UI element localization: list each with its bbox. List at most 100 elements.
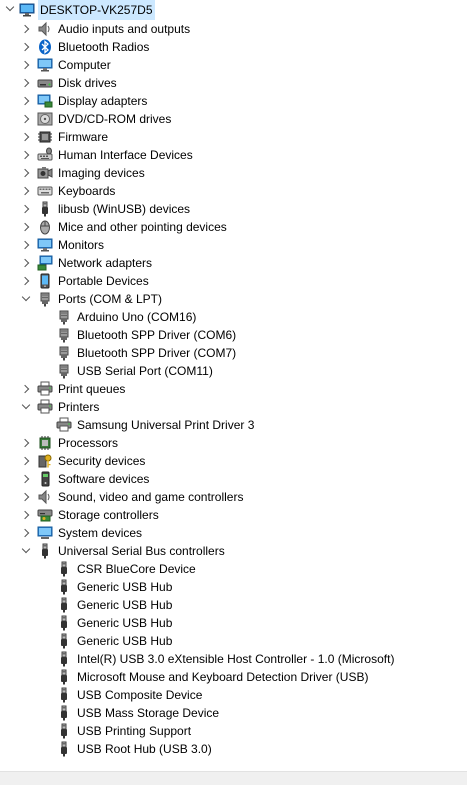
tree-category-mice[interactable]: Mice and other pointing devices (0, 218, 467, 236)
tree-root-computer[interactable]: DESKTOP-VK257D5 (0, 0, 467, 20)
tree-device-item[interactable]: USB Composite Device (0, 686, 467, 704)
chevron-right-icon[interactable] (20, 38, 32, 56)
tree-category-ports[interactable]: Ports (COM & LPT) (0, 290, 467, 308)
tree-category-security[interactable]: Security devices (0, 452, 467, 470)
tree-category-system[interactable]: System devices (0, 524, 467, 542)
chevron-right-icon[interactable] (20, 380, 32, 398)
dvd-icon (37, 111, 53, 127)
tree-device-label: CSR BlueCore Device (77, 562, 196, 576)
chevron-right-icon[interactable] (20, 470, 32, 488)
tree-category-label: Universal Serial Bus controllers (58, 544, 225, 558)
tree-category-label: Imaging devices (58, 166, 145, 180)
chevron-right-icon[interactable] (20, 236, 32, 254)
monitor-icon (37, 57, 53, 73)
chevron-down-icon[interactable] (20, 398, 32, 416)
chevron-right-icon[interactable] (20, 146, 32, 164)
tree-device-item[interactable]: Generic USB Hub (0, 578, 467, 596)
chevron-right-icon[interactable] (20, 92, 32, 110)
monitor-icon (37, 237, 53, 253)
tree-device-item[interactable]: Generic USB Hub (0, 632, 467, 650)
tree-category-printqueues[interactable]: Print queues (0, 380, 467, 398)
tree-category-sound[interactable]: Sound, video and game controllers (0, 488, 467, 506)
tree-category-network[interactable]: Network adapters (0, 254, 467, 272)
chevron-right-icon[interactable] (20, 452, 32, 470)
tree-category-label: Display adapters (58, 94, 148, 108)
tree-category-bluetooth[interactable]: Bluetooth Radios (0, 38, 467, 56)
tree-category-processors[interactable]: Processors (0, 434, 467, 452)
chevron-down-icon[interactable] (4, 0, 16, 18)
device-tree[interactable]: DESKTOP-VK257D5 Audio inputs and outputs B… (0, 0, 467, 758)
tree-category-label: Bluetooth Radios (58, 40, 150, 54)
tree-category-libusb[interactable]: libusb (WinUSB) devices (0, 200, 467, 218)
chevron-right-icon[interactable] (20, 272, 32, 290)
tree-category-keyboards[interactable]: Keyboards (0, 182, 467, 200)
tree-category-label: Ports (COM & LPT) (58, 292, 163, 306)
tree-device-item[interactable]: USB Root Hub (USB 3.0) (0, 740, 467, 758)
tree-category-label: Audio inputs and outputs (58, 22, 191, 36)
tree-category-printers[interactable]: Printers (0, 398, 467, 416)
processor-icon (37, 435, 53, 451)
port-icon (56, 327, 72, 343)
tree-device-item[interactable]: USB Mass Storage Device (0, 704, 467, 722)
chevron-right-icon[interactable] (20, 182, 32, 200)
chevron-right-icon[interactable] (20, 20, 32, 38)
tree-device-item[interactable]: Microsoft Mouse and Keyboard Detection D… (0, 668, 467, 686)
tree-device-item[interactable]: Generic USB Hub (0, 614, 467, 632)
portable-device-icon (37, 273, 53, 289)
tree-root-label: DESKTOP-VK257D5 (38, 0, 155, 20)
chevron-down-icon[interactable] (20, 542, 32, 560)
printer-icon (37, 399, 53, 415)
tree-category-firmware[interactable]: Firmware (0, 128, 467, 146)
tree-device-label: USB Root Hub (USB 3.0) (77, 742, 212, 756)
tree-category-display[interactable]: Display adapters (0, 92, 467, 110)
chevron-right-icon[interactable] (20, 488, 32, 506)
chevron-right-icon[interactable] (20, 218, 32, 236)
tree-device-item[interactable]: CSR BlueCore Device (0, 560, 467, 578)
tree-device-label: Generic USB Hub (77, 634, 173, 648)
tree-category-audio[interactable]: Audio inputs and outputs (0, 20, 467, 38)
chevron-right-icon[interactable] (20, 74, 32, 92)
chevron-right-icon[interactable] (20, 254, 32, 272)
usb-plug-icon (37, 201, 53, 217)
tree-category-software[interactable]: Software devices (0, 470, 467, 488)
chevron-right-icon[interactable] (20, 524, 32, 542)
tree-device-item[interactable]: Bluetooth SPP Driver (COM6) (0, 326, 467, 344)
chevron-right-icon[interactable] (20, 434, 32, 452)
tree-category-monitors[interactable]: Monitors (0, 236, 467, 254)
chevron-right-icon[interactable] (20, 110, 32, 128)
tree-device-item[interactable]: Bluetooth SPP Driver (COM7) (0, 344, 467, 362)
tree-device-item[interactable]: Arduino Uno (COM16) (0, 308, 467, 326)
tree-device-label: USB Printing Support (77, 724, 192, 738)
usb-plug-icon (56, 723, 72, 739)
tree-device-item[interactable]: Generic USB Hub (0, 596, 467, 614)
usb-plug-icon (56, 687, 72, 703)
tree-category-portable[interactable]: Portable Devices (0, 272, 467, 290)
chevron-right-icon[interactable] (20, 200, 32, 218)
tree-device-item[interactable]: Intel(R) USB 3.0 eXtensible Host Control… (0, 650, 467, 668)
usb-plug-icon (56, 705, 72, 721)
chevron-right-icon[interactable] (20, 56, 32, 74)
tree-category-computer[interactable]: Computer (0, 56, 467, 74)
speaker-icon (37, 489, 53, 505)
tree-category-disk[interactable]: Disk drives (0, 74, 467, 92)
printer-icon (56, 417, 72, 433)
tree-device-label: Intel(R) USB 3.0 eXtensible Host Control… (77, 652, 395, 666)
tree-category-usb[interactable]: Universal Serial Bus controllers (0, 542, 467, 560)
tree-device-item[interactable]: USB Printing Support (0, 722, 467, 740)
tree-category-imaging[interactable]: Imaging devices (0, 164, 467, 182)
tree-category-dvd[interactable]: DVD/CD-ROM drives (0, 110, 467, 128)
hid-icon (37, 147, 53, 163)
tree-device-item[interactable]: Samsung Universal Print Driver 3 (0, 416, 467, 434)
tree-category-hid[interactable]: Human Interface Devices (0, 146, 467, 164)
chevron-right-icon[interactable] (20, 506, 32, 524)
tree-category-label: Processors (58, 436, 119, 450)
chevron-down-icon[interactable] (20, 290, 32, 308)
tree-device-item[interactable]: USB Serial Port (COM11) (0, 362, 467, 380)
horizontal-scrollbar[interactable] (0, 771, 467, 785)
computer-icon (19, 2, 35, 18)
port-icon (37, 291, 53, 307)
chevron-right-icon[interactable] (20, 164, 32, 182)
tree-category-storage[interactable]: Storage controllers (0, 506, 467, 524)
chevron-right-icon[interactable] (20, 128, 32, 146)
tree-device-label: Generic USB Hub (77, 580, 173, 594)
